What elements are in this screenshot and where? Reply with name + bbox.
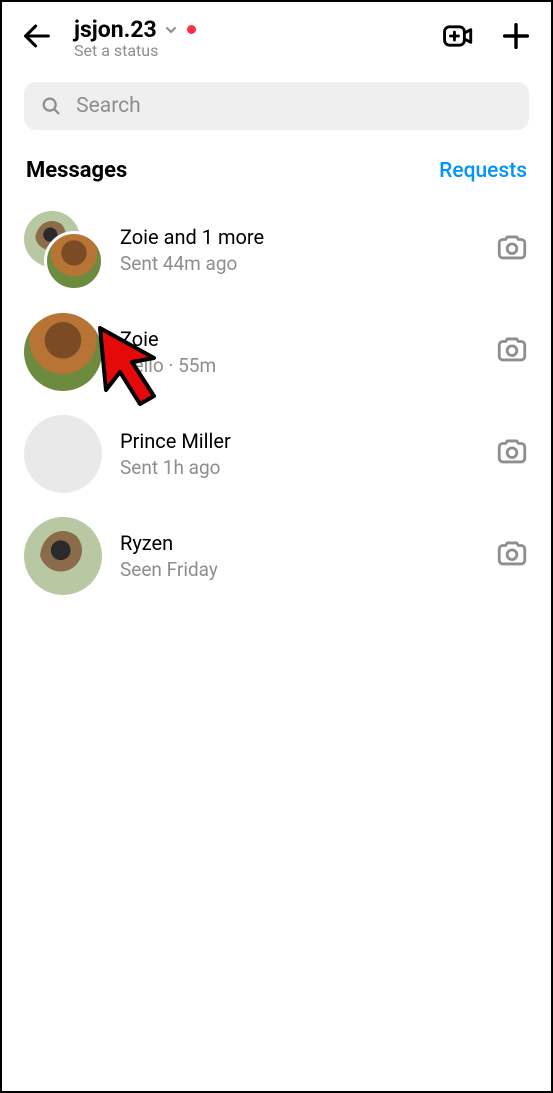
camera-button[interactable]	[495, 537, 529, 575]
conversation-row[interactable]: Zoie Hello · 55m	[2, 301, 551, 403]
section-header: Messages Requests	[2, 136, 551, 193]
conversation-name: Prince Miller	[120, 428, 477, 455]
back-arrow-icon	[20, 19, 54, 53]
search-icon	[40, 94, 62, 118]
requests-link[interactable]: Requests	[439, 159, 527, 183]
avatar	[24, 517, 102, 595]
camera-button[interactable]	[495, 435, 529, 473]
video-plus-icon	[441, 19, 475, 53]
conversation-list: Zoie and 1 more Sent 44m ago Zoie Hello …	[2, 193, 551, 613]
conversation-subtitle: Sent 44m ago	[120, 251, 477, 277]
notification-dot	[187, 25, 196, 34]
avatar	[24, 415, 102, 493]
new-message-button[interactable]	[499, 19, 533, 57]
username-label: jsjon.23	[74, 16, 157, 43]
messages-title: Messages	[26, 158, 127, 183]
conversation-name: Zoie	[120, 326, 477, 353]
group-avatar	[24, 211, 102, 289]
conversation-name: Zoie and 1 more	[120, 224, 477, 251]
camera-icon	[495, 435, 529, 469]
camera-icon	[495, 231, 529, 265]
conversation-row[interactable]: Ryzen Seen Friday	[2, 505, 551, 607]
conversation-row[interactable]: Prince Miller Sent 1h ago	[2, 403, 551, 505]
conversation-info: Zoie and 1 more Sent 44m ago	[120, 224, 477, 277]
camera-icon	[495, 537, 529, 571]
conversation-info: Ryzen Seen Friday	[120, 530, 477, 583]
chevron-down-icon	[163, 22, 179, 38]
status-text: Set a status	[74, 41, 417, 60]
conversation-name: Ryzen	[120, 530, 477, 557]
search-container	[2, 70, 551, 136]
camera-button[interactable]	[495, 333, 529, 371]
conversation-info: Zoie Hello · 55m	[120, 326, 477, 379]
avatar	[24, 313, 102, 391]
conversation-info: Prince Miller Sent 1h ago	[120, 428, 477, 481]
header-bar: jsjon.23 Set a status	[2, 2, 551, 70]
plus-icon	[499, 19, 533, 53]
camera-button[interactable]	[495, 231, 529, 269]
account-switcher[interactable]: jsjon.23 Set a status	[70, 16, 417, 60]
camera-icon	[495, 333, 529, 367]
conversation-row[interactable]: Zoie and 1 more Sent 44m ago	[2, 199, 551, 301]
conversation-subtitle: Seen Friday	[120, 557, 477, 583]
search-box[interactable]	[24, 82, 529, 130]
search-input[interactable]	[76, 94, 513, 118]
new-video-call-button[interactable]	[441, 19, 475, 57]
conversation-subtitle: Sent 1h ago	[120, 455, 477, 481]
back-button[interactable]	[20, 19, 54, 57]
conversation-subtitle: Hello · 55m	[120, 353, 477, 379]
